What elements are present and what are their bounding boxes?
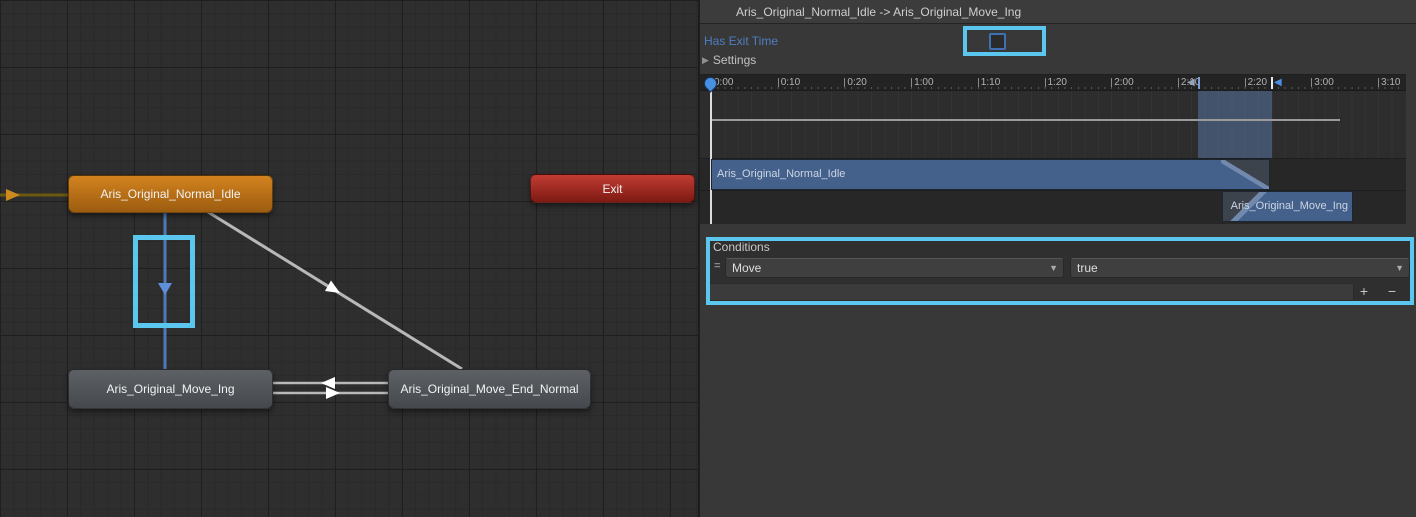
source-clip-label: Aris_Original_Normal_Idle	[717, 168, 845, 180]
destination-clip-label: Aris_Original_Move_Ing	[1231, 200, 1348, 212]
state-node-normal-idle[interactable]: Aris_Original_Normal_Idle	[68, 175, 273, 213]
destination-clip-block[interactable]: Aris_Original_Move_Ing	[1222, 191, 1353, 222]
transition-timeline[interactable]: 0:000:100:201:001:101:202:002:102:203:00…	[700, 74, 1406, 223]
state-node-move-end-normal[interactable]: Aris_Original_Move_End_Normal	[388, 369, 591, 409]
transition-arrow-right-icon	[326, 387, 340, 399]
transition-title: Aris_Original_Normal_Idle -> Aris_Origin…	[736, 5, 1021, 19]
inspector-header: Aris_Original_Normal_Idle -> Aris_Origin…	[700, 0, 1416, 24]
timeline-grid-minor	[711, 91, 1401, 158]
blend-curve-line	[711, 119, 1340, 121]
source-clip-block[interactable]: Aris_Original_Normal_Idle	[711, 159, 1270, 190]
playhead-line	[710, 89, 712, 224]
transition-lines-layer	[0, 0, 700, 517]
source-clip-ramp	[1221, 160, 1269, 189]
transition-end-marker[interactable]	[1271, 77, 1273, 89]
state-node-move-ing[interactable]: Aris_Original_Move_Ing	[68, 369, 273, 409]
settings-label: Settings	[713, 53, 756, 67]
transition-end-marker-icon[interactable]: ◀	[1274, 77, 1282, 89]
has-exit-time-label: Has Exit Time	[704, 34, 778, 48]
animator-window: Aris_Original_Normal_Idle Exit Aris_Orig…	[0, 0, 1416, 517]
foldout-triangle-icon: ▶	[702, 55, 709, 66]
highlight-box-conditions	[706, 237, 1414, 305]
transition-arrow-left-icon	[321, 377, 335, 389]
timeline-minor-ticks	[711, 87, 1402, 89]
highlight-box-checkbox	[963, 26, 1046, 56]
state-machine-canvas[interactable]: Aris_Original_Normal_Idle Exit Aris_Orig…	[0, 0, 700, 517]
entry-transition-arrow-icon	[6, 189, 20, 201]
settings-foldout[interactable]: ▶ Settings	[702, 53, 756, 67]
highlight-box-transition	[133, 235, 195, 328]
state-node-exit[interactable]: Exit	[530, 174, 695, 203]
timeline-ruler[interactable]: 0:000:100:201:001:101:202:002:102:203:00…	[700, 75, 1406, 91]
transition-start-marker-icon[interactable]: ◀	[1187, 77, 1195, 89]
transition-start-marker[interactable]	[1198, 77, 1200, 89]
